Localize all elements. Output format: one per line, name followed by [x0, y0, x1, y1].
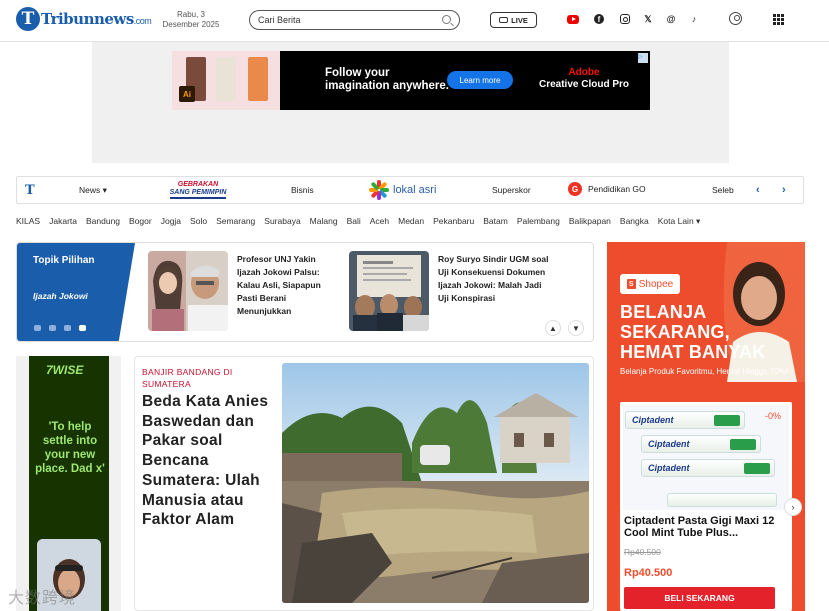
ad-headline: Follow your imagination anywhere. [325, 67, 449, 92]
top-ad-container: Ai Follow your imagination anywhere. Lea… [92, 42, 729, 163]
main-nav: T News ▾ GEBRAKAN SANG PEMIMPIN Bisnis l… [16, 176, 804, 204]
nav-item-seleb[interactable]: Seleb [712, 185, 734, 195]
search-input[interactable]: Cari Berita [249, 10, 460, 30]
buy-now-button[interactable]: BELI SEKARANG [624, 587, 775, 609]
city-link[interactable]: Surabaya [264, 216, 300, 230]
wise-quote: 'To help settle into your new place. Dad… [35, 421, 105, 475]
headline-image[interactable] [282, 363, 589, 603]
wise-ad-container: 7WISE 'To help settle into your new plac… [16, 356, 121, 611]
city-link-kota-lain[interactable]: Kota Lain ▾ [658, 216, 701, 230]
nav-item-pendidikan-go[interactable]: G Pendidikan GO [568, 182, 646, 196]
lokal-asri-logo[interactable]: lokal asri [369, 179, 436, 201]
adobe-ad-banner[interactable]: Ai Follow your imagination anywhere. Lea… [172, 51, 650, 110]
shopee-bag-icon: S [626, 279, 636, 289]
adchoices-icon[interactable]: ▷ [638, 53, 648, 63]
top-bar: T Tribunnews.com Rabu, 3 Desember 2025 C… [0, 0, 829, 42]
story-headline[interactable]: Profesor UNJ Yakin Ijazah Jokowi Palsu: … [237, 253, 339, 318]
shopee-logo: S Shopee [620, 274, 680, 294]
illustrator-icon: Ai [179, 86, 195, 102]
city-link[interactable]: Palembang [517, 216, 560, 230]
city-link[interactable]: Medan [398, 216, 424, 230]
facebook-icon[interactable]: f [592, 12, 606, 26]
shopee-ad[interactable]: S Shopee BELANJA SEKARANG, HEMAT BANYAK … [607, 242, 805, 611]
nav-prev-arrow-icon[interactable]: ‹ [756, 184, 760, 196]
wise-ad[interactable]: 7WISE 'To help settle into your new plac… [29, 356, 109, 611]
watermark-text: 大数跨境 [8, 588, 77, 607]
nav-item-news[interactable]: News ▾ [79, 185, 107, 196]
tv-icon [499, 17, 509, 23]
flower-icon [369, 180, 389, 200]
story-thumbnail [349, 251, 429, 331]
shopee-next-arrow-icon[interactable]: › [784, 498, 802, 516]
carousel-up-icon[interactable]: ▲ [545, 320, 561, 336]
search-icon[interactable] [442, 15, 451, 24]
city-link[interactable]: Jakarta [49, 216, 77, 230]
old-price: Rp40.500 [624, 547, 661, 557]
headline-story-card[interactable]: BANJIR BANDANG DI SUMATERA Beda Kata Ani… [134, 356, 594, 611]
story-headline[interactable]: Roy Suryo Sindir UGM soal Uji Konsekuens… [438, 253, 550, 305]
product-image: Ciptadent Ciptadent Ciptadent -0% [623, 405, 789, 510]
tribunnews-logo[interactable]: T Tribunnews.com [16, 5, 152, 33]
city-link[interactable]: Bangka [620, 216, 649, 230]
instagram-icon[interactable] [618, 12, 632, 26]
user-account-icon[interactable] [729, 12, 742, 25]
nav-item-bisnis[interactable]: Bisnis [291, 185, 314, 195]
carousel-dot[interactable] [64, 325, 71, 331]
city-link[interactable]: Jogja [161, 216, 181, 230]
city-links-bar: KILAS Jakarta Bandung Bogor Jogja Solo S… [16, 216, 816, 230]
city-link[interactable]: Malang [310, 216, 338, 230]
learn-more-button[interactable]: Learn more [447, 71, 513, 89]
current-date: Rabu, 3 Desember 2025 [162, 10, 220, 29]
city-link[interactable]: Bandung [86, 216, 120, 230]
city-link[interactable]: Solo [190, 216, 207, 230]
discount-label: -0% [764, 411, 781, 421]
apps-grid-icon[interactable] [773, 14, 784, 25]
city-link[interactable]: KILAS [16, 216, 40, 230]
carousel-dot-active[interactable] [79, 325, 86, 331]
wise-logo: 7WISE [46, 363, 84, 377]
topik-pilihan-carousel: Topik Pilihan Ijazah Jokowi Profesor UNJ… [16, 242, 594, 342]
youtube-icon[interactable] [566, 12, 580, 26]
topik-story[interactable]: Roy Suryo Sindir UGM soal Uji Konsekuens… [349, 251, 559, 335]
nav-home-logo[interactable]: T [25, 183, 35, 198]
live-button[interactable]: LIVE [490, 12, 537, 28]
topik-pilihan-title: Topik Pilihan [33, 255, 95, 266]
carousel-dot[interactable] [34, 325, 41, 331]
carousel-dots [34, 325, 86, 331]
city-link[interactable]: Balikpapan [569, 216, 611, 230]
shopee-product-card[interactable]: Ciptadent Ciptadent Ciptadent -0% Ciptad… [620, 402, 792, 611]
city-link[interactable]: Aceh [370, 216, 389, 230]
city-link[interactable]: Bogor [129, 216, 152, 230]
story-thumbnail [148, 251, 228, 331]
city-link[interactable]: Batam [483, 216, 508, 230]
nav-item-superskor[interactable]: Superskor [492, 185, 531, 195]
shopee-headline: BELANJA SEKARANG, HEMAT BANYAK [620, 302, 766, 362]
tiktok-icon[interactable]: ♪ [687, 12, 701, 26]
story-category[interactable]: BANJIR BANDANG DI SUMATERA [142, 366, 272, 390]
logo-mark: T [16, 7, 40, 31]
threads-icon[interactable]: @ [664, 12, 678, 26]
carousel-dot[interactable] [49, 325, 56, 331]
topik-pilihan-subtitle[interactable]: Ijazah Jokowi [33, 291, 88, 301]
carousel-down-icon[interactable]: ▼ [568, 320, 584, 336]
city-link[interactable]: Pekanbaru [433, 216, 474, 230]
headline-title[interactable]: Beda Kata Anies Baswedan dan Pakar soal … [142, 392, 277, 530]
gebrakan-sang-pemimpin-logo[interactable]: GEBRAKAN SANG PEMIMPIN [162, 181, 234, 200]
new-price: Rp40.500 [624, 567, 673, 579]
topik-story[interactable]: Profesor UNJ Yakin Ijazah Jokowi Palsu: … [148, 251, 348, 335]
pendidikan-go-icon: G [568, 182, 582, 196]
city-link[interactable]: Bali [347, 216, 361, 230]
ad-product-image: Ai [172, 51, 280, 110]
nav-next-arrow-icon[interactable]: › [782, 184, 786, 196]
city-link[interactable]: Semarang [216, 216, 255, 230]
shopee-subtitle: Belanja Produk Favoritmu, Hemat Hingga 7… [620, 367, 789, 376]
x-icon[interactable]: 𝕏 [641, 12, 655, 26]
logo-text: Tribunnews.com [41, 10, 152, 28]
product-name[interactable]: Ciptadent Pasta Gigi Maxi 12 Cool Mint T… [624, 515, 788, 539]
adobe-brand: Adobe Creative Cloud Pro [538, 67, 630, 90]
